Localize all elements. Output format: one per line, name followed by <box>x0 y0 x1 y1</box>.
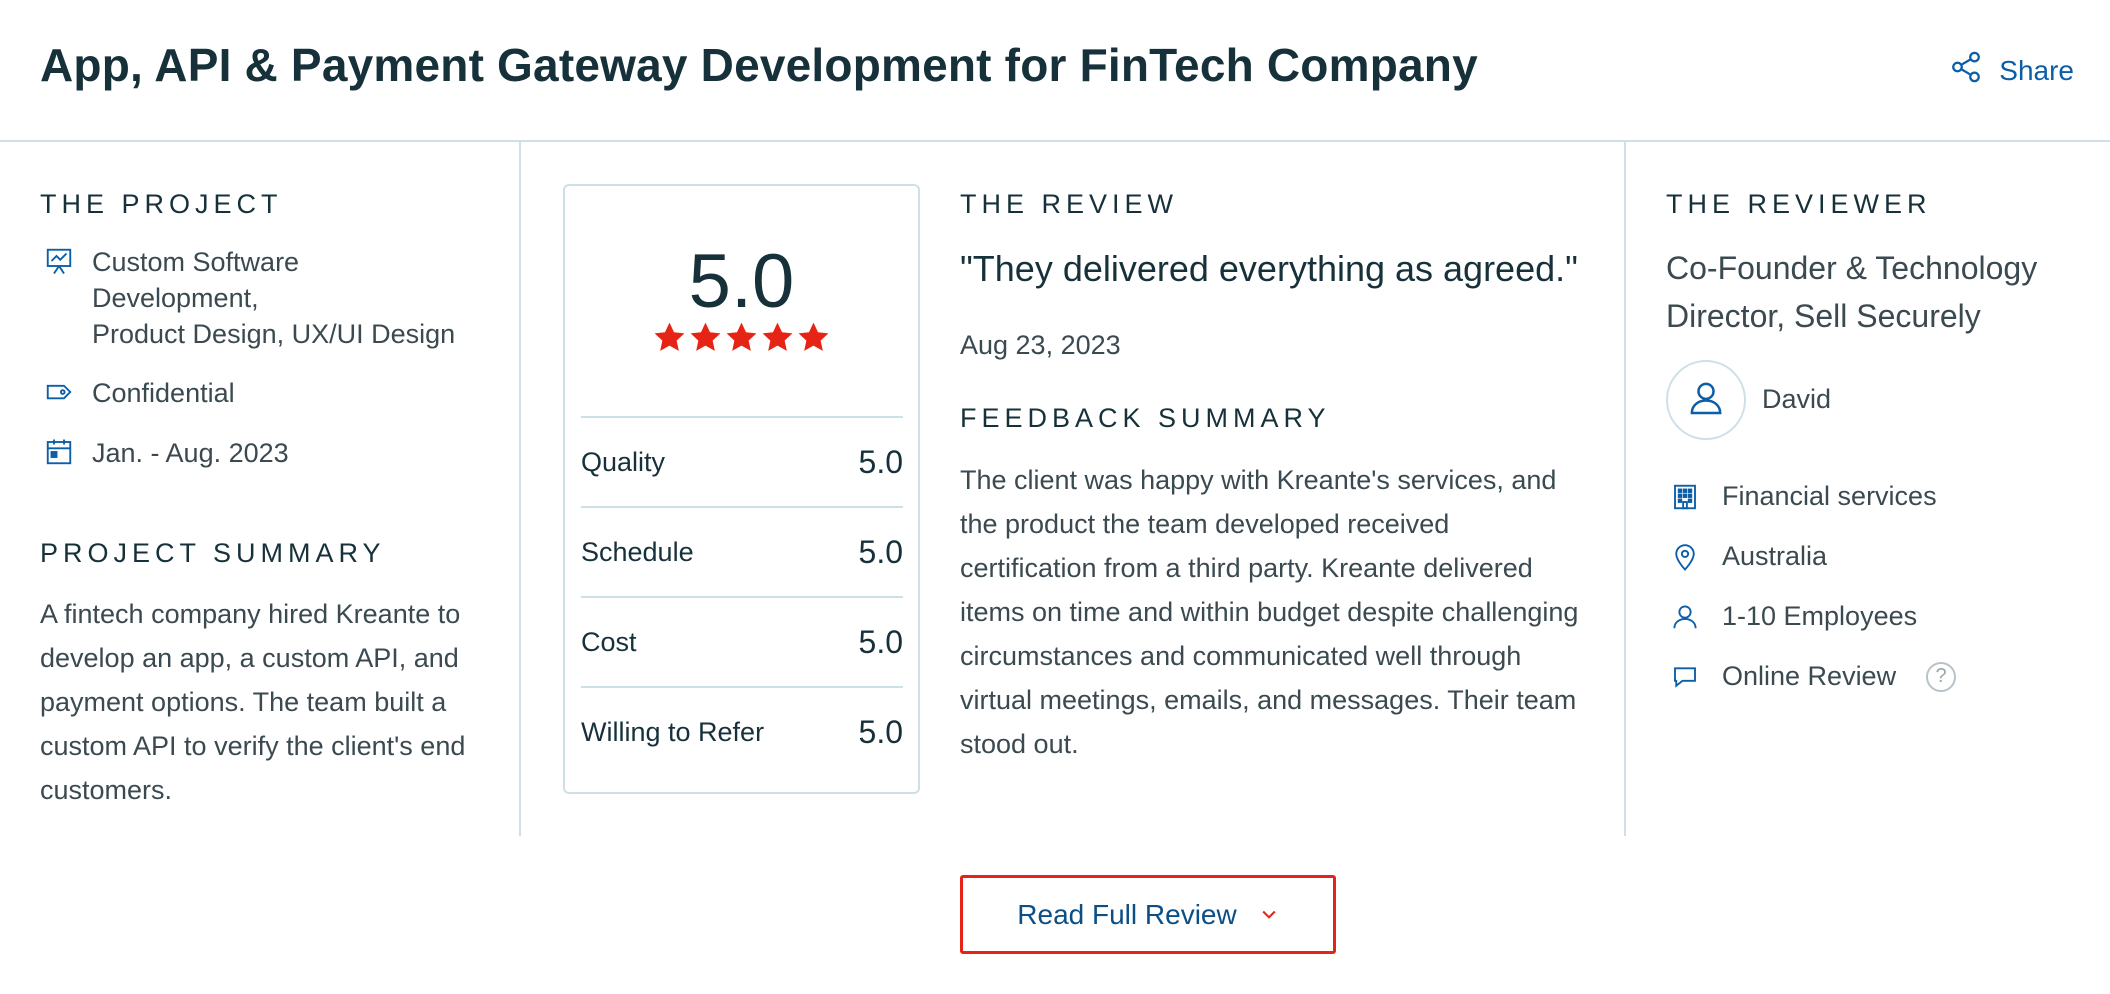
feedback-summary: The client was happy with Kreante's serv… <box>960 465 1579 759</box>
share-label: Share <box>1999 54 2074 86</box>
read-full-review-button[interactable]: Read Full Review <box>960 875 1336 954</box>
star-icon <box>652 320 687 360</box>
reviewer-section-label: THE REVIEWER <box>1666 189 1932 219</box>
project-summary: A fintech company hired Kreante to devel… <box>40 599 466 805</box>
score-label: Willing to Refer <box>581 716 765 747</box>
reviewer-industry-row: Financial services <box>1670 481 1937 512</box>
share-icon <box>1949 50 1983 91</box>
star-icon <box>796 320 831 360</box>
project-budget: Confidential <box>92 378 235 408</box>
project-service-row: Custom Software Development, Product Des… <box>44 244 455 352</box>
service-line: Custom Software <box>92 247 300 277</box>
help-icon[interactable]: ? <box>1926 661 1957 692</box>
project-summary-label: PROJECT SUMMARY <box>40 538 386 568</box>
avatar <box>1666 360 1746 440</box>
reviewer-industry: Financial services <box>1722 481 1937 511</box>
map-pin-icon <box>1670 542 1700 572</box>
reviewer-review-type: Online Review <box>1722 661 1897 691</box>
reviewer-review-type-row: Online Review ? <box>1670 661 1957 692</box>
column-divider <box>519 142 521 836</box>
project-budget-row: Confidential <box>44 375 235 411</box>
rating-card: 5.0 Quality 5.0 Schedule 5.0 Cost 5.0 Wi… <box>563 184 920 794</box>
project-dates: Jan. - Aug. 2023 <box>92 438 289 468</box>
reviewer-title: Co-Founder & Technology Director, Sell S… <box>1666 250 2038 334</box>
project-section-label: THE PROJECT <box>40 189 283 219</box>
reviewer-location: Australia <box>1722 541 1828 571</box>
score-row-cost: Cost 5.0 <box>581 596 903 686</box>
service-line: Product Design, UX/UI Design <box>92 319 456 349</box>
overall-rating: 5.0 <box>688 239 795 324</box>
page-title: App, API & Payment Gateway Development f… <box>40 39 1478 91</box>
read-full-review-label: Read Full Review <box>1017 898 1237 930</box>
score-row-quality: Quality 5.0 <box>581 416 903 506</box>
score-row-schedule: Schedule 5.0 <box>581 506 903 596</box>
score-label: Schedule <box>581 536 694 567</box>
feedback-summary-label: FEEDBACK SUMMARY <box>960 403 1331 433</box>
chevron-down-icon <box>1259 899 1279 931</box>
score-value: 5.0 <box>858 623 903 660</box>
reviewer-company-size: 1-10 Employees <box>1722 601 1918 631</box>
reviewer-size-row: 1-10 Employees <box>1670 601 1917 632</box>
star-icon <box>688 320 723 360</box>
presentation-icon <box>44 246 74 276</box>
score-value: 5.0 <box>858 533 903 570</box>
service-line: Development, <box>92 283 259 313</box>
reviewer-name: David <box>1762 384 1832 414</box>
chat-bubble-icon <box>1670 662 1700 692</box>
column-divider <box>1624 142 1626 836</box>
reviewer-location-row: Australia <box>1670 541 1827 572</box>
star-icon <box>724 320 759 360</box>
star-icon <box>760 320 795 360</box>
user-icon <box>1686 378 1726 423</box>
project-dates-row: Jan. - Aug. 2023 <box>44 435 289 471</box>
review-section-label: THE REVIEW <box>960 189 1179 219</box>
score-value: 5.0 <box>858 443 903 480</box>
rating-stars <box>565 320 918 360</box>
review-quote: "They delivered everything as agreed." <box>960 248 1578 289</box>
user-icon <box>1670 602 1700 632</box>
tag-icon <box>44 377 74 407</box>
score-label: Cost <box>581 626 637 657</box>
review-header: App, API & Payment Gateway Development f… <box>0 0 2110 142</box>
score-row-refer: Willing to Refer 5.0 <box>581 686 903 776</box>
score-value: 5.0 <box>858 713 903 750</box>
calendar-icon <box>44 437 74 467</box>
share-button[interactable]: Share <box>1949 50 2074 91</box>
review-date: Aug 23, 2023 <box>960 330 1121 360</box>
building-icon <box>1670 482 1700 512</box>
score-label: Quality <box>581 446 666 477</box>
